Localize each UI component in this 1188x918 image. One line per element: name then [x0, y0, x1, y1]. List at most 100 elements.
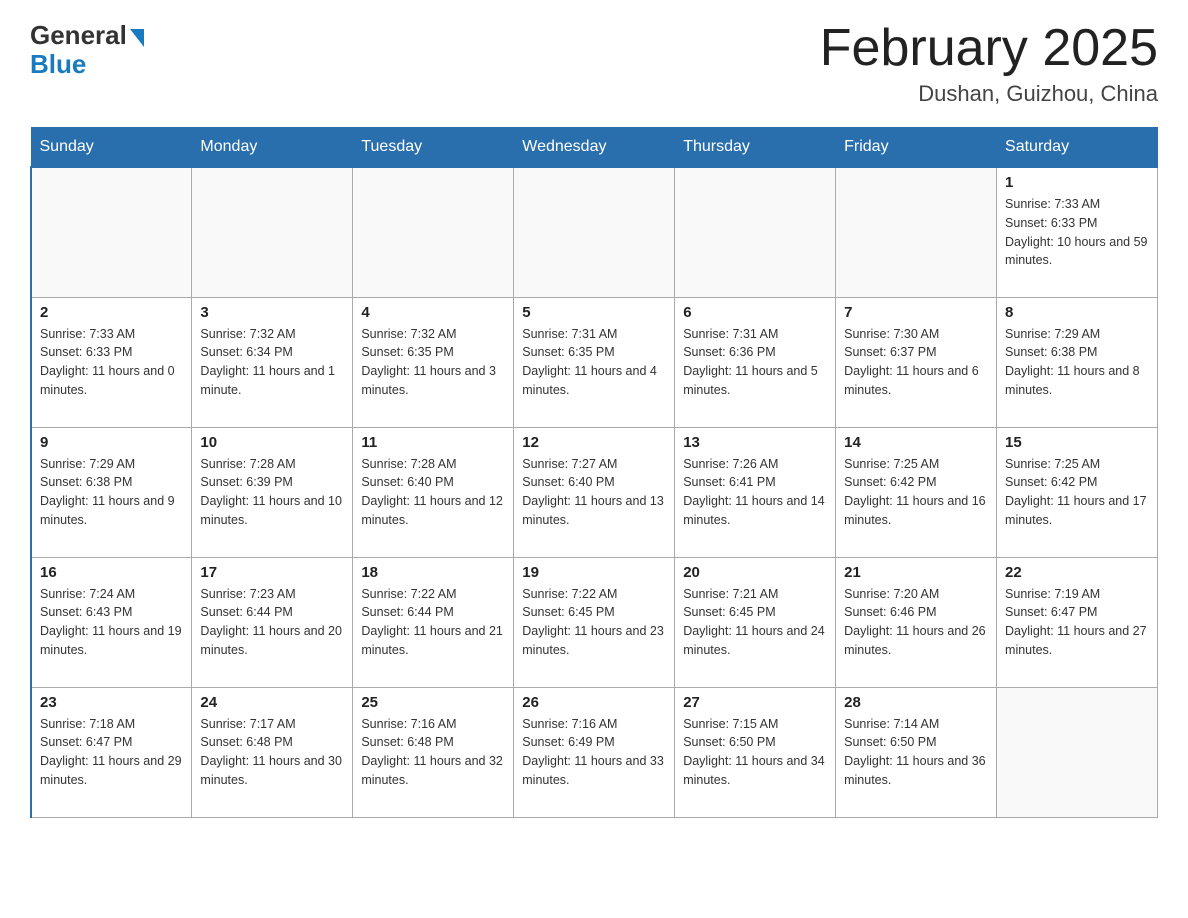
calendar-day-cell — [675, 167, 836, 297]
day-info: Sunrise: 7:31 AMSunset: 6:35 PMDaylight:… — [522, 325, 666, 400]
day-info: Sunrise: 7:26 AMSunset: 6:41 PMDaylight:… — [683, 455, 827, 530]
calendar-day-cell: 27 Sunrise: 7:15 AMSunset: 6:50 PMDayligh… — [675, 687, 836, 817]
day-number: 23 — [40, 694, 183, 711]
calendar-day-cell: 15 Sunrise: 7:25 AMSunset: 6:42 PMDayligh… — [997, 427, 1158, 557]
day-number: 27 — [683, 694, 827, 711]
day-info: Sunrise: 7:32 AMSunset: 6:34 PMDaylight:… — [200, 325, 344, 400]
calendar-day-cell — [836, 167, 997, 297]
day-of-week-header: Tuesday — [353, 128, 514, 168]
calendar-day-cell: 24 Sunrise: 7:17 AMSunset: 6:48 PMDayligh… — [192, 687, 353, 817]
day-info: Sunrise: 7:22 AMSunset: 6:45 PMDaylight:… — [522, 585, 666, 660]
calendar-day-cell: 12 Sunrise: 7:27 AMSunset: 6:40 PMDayligh… — [514, 427, 675, 557]
day-number: 14 — [844, 434, 988, 451]
day-of-week-header: Saturday — [997, 128, 1158, 168]
calendar-day-cell: 28 Sunrise: 7:14 AMSunset: 6:50 PMDayligh… — [836, 687, 997, 817]
day-info: Sunrise: 7:23 AMSunset: 6:44 PMDaylight:… — [200, 585, 344, 660]
day-info: Sunrise: 7:22 AMSunset: 6:44 PMDaylight:… — [361, 585, 505, 660]
day-number: 26 — [522, 694, 666, 711]
calendar-day-cell — [514, 167, 675, 297]
page-header: General Blue February 2025 Dushan, Guizh… — [30, 20, 1158, 107]
month-title: February 2025 — [820, 20, 1158, 77]
day-info: Sunrise: 7:30 AMSunset: 6:37 PMDaylight:… — [844, 325, 988, 400]
day-number: 9 — [40, 434, 183, 451]
day-info: Sunrise: 7:27 AMSunset: 6:40 PMDaylight:… — [522, 455, 666, 530]
day-number: 28 — [844, 694, 988, 711]
day-info: Sunrise: 7:33 AMSunset: 6:33 PMDaylight:… — [1005, 195, 1149, 270]
day-number: 3 — [200, 304, 344, 321]
day-info: Sunrise: 7:29 AMSunset: 6:38 PMDaylight:… — [1005, 325, 1149, 400]
calendar-day-cell: 2Sunrise: 7:33 AMSunset: 6:33 PMDaylight… — [31, 297, 192, 427]
calendar-day-cell: 17 Sunrise: 7:23 AMSunset: 6:44 PMDayligh… — [192, 557, 353, 687]
calendar-day-cell: 26 Sunrise: 7:16 AMSunset: 6:49 PMDayligh… — [514, 687, 675, 817]
calendar-day-cell: 14 Sunrise: 7:25 AMSunset: 6:42 PMDayligh… — [836, 427, 997, 557]
day-of-week-header: Thursday — [675, 128, 836, 168]
day-number: 22 — [1005, 564, 1149, 581]
day-info: Sunrise: 7:32 AMSunset: 6:35 PMDaylight:… — [361, 325, 505, 400]
day-info: Sunrise: 7:20 AMSunset: 6:46 PMDaylight:… — [844, 585, 988, 660]
day-info: Sunrise: 7:18 AMSunset: 6:47 PMDaylight:… — [40, 715, 183, 790]
day-info: Sunrise: 7:31 AMSunset: 6:36 PMDaylight:… — [683, 325, 827, 400]
day-number: 6 — [683, 304, 827, 321]
day-info: Sunrise: 7:29 AMSunset: 6:38 PMDaylight:… — [40, 455, 183, 530]
calendar-day-cell: 25Sunrise: 7:16 AMSunset: 6:48 PMDayligh… — [353, 687, 514, 817]
day-number: 8 — [1005, 304, 1149, 321]
day-number: 21 — [844, 564, 988, 581]
calendar-day-cell: 5 Sunrise: 7:31 AMSunset: 6:35 PMDaylight… — [514, 297, 675, 427]
location-title: Dushan, Guizhou, China — [820, 81, 1158, 107]
calendar-week-row: 9 Sunrise: 7:29 AMSunset: 6:38 PMDaylight… — [31, 427, 1158, 557]
calendar-day-cell — [192, 167, 353, 297]
calendar-day-cell: 7Sunrise: 7:30 AMSunset: 6:37 PMDaylight… — [836, 297, 997, 427]
day-of-week-header: Monday — [192, 128, 353, 168]
calendar-day-cell: 10 Sunrise: 7:28 AMSunset: 6:39 PMDayligh… — [192, 427, 353, 557]
day-info: Sunrise: 7:25 AMSunset: 6:42 PMDaylight:… — [1005, 455, 1149, 530]
day-info: Sunrise: 7:25 AMSunset: 6:42 PMDaylight:… — [844, 455, 988, 530]
day-number: 4 — [361, 304, 505, 321]
calendar-week-row: 16 Sunrise: 7:24 AMSunset: 6:43 PMDayligh… — [31, 557, 1158, 687]
calendar-day-cell: 20 Sunrise: 7:21 AMSunset: 6:45 PMDayligh… — [675, 557, 836, 687]
day-number: 11 — [361, 434, 505, 451]
calendar-day-cell: 1 Sunrise: 7:33 AMSunset: 6:33 PMDaylight… — [997, 167, 1158, 297]
calendar-day-cell: 9 Sunrise: 7:29 AMSunset: 6:38 PMDaylight… — [31, 427, 192, 557]
day-number: 5 — [522, 304, 666, 321]
calendar-week-row: 23 Sunrise: 7:18 AMSunset: 6:47 PMDayligh… — [31, 687, 1158, 817]
day-number: 13 — [683, 434, 827, 451]
day-info: Sunrise: 7:16 AMSunset: 6:48 PMDaylight:… — [361, 715, 505, 790]
day-info: Sunrise: 7:24 AMSunset: 6:43 PMDaylight:… — [40, 585, 183, 660]
day-info: Sunrise: 7:21 AMSunset: 6:45 PMDaylight:… — [683, 585, 827, 660]
calendar-day-cell: 4 Sunrise: 7:32 AMSunset: 6:35 PMDaylight… — [353, 297, 514, 427]
day-info: Sunrise: 7:17 AMSunset: 6:48 PMDaylight:… — [200, 715, 344, 790]
calendar-day-cell — [353, 167, 514, 297]
calendar-day-cell: 23 Sunrise: 7:18 AMSunset: 6:47 PMDayligh… — [31, 687, 192, 817]
day-info: Sunrise: 7:33 AMSunset: 6:33 PMDaylight:… — [40, 325, 183, 400]
calendar-week-row: 2Sunrise: 7:33 AMSunset: 6:33 PMDaylight… — [31, 297, 1158, 427]
calendar-day-cell: 21 Sunrise: 7:20 AMSunset: 6:46 PMDayligh… — [836, 557, 997, 687]
day-info: Sunrise: 7:15 AMSunset: 6:50 PMDaylight:… — [683, 715, 827, 790]
calendar-day-cell: 18 Sunrise: 7:22 AMSunset: 6:44 PMDayligh… — [353, 557, 514, 687]
day-info: Sunrise: 7:19 AMSunset: 6:47 PMDaylight:… — [1005, 585, 1149, 660]
calendar-day-cell: 13 Sunrise: 7:26 AMSunset: 6:41 PMDayligh… — [675, 427, 836, 557]
day-number: 18 — [361, 564, 505, 581]
calendar-day-cell: 8 Sunrise: 7:29 AMSunset: 6:38 PMDaylight… — [997, 297, 1158, 427]
day-number: 20 — [683, 564, 827, 581]
day-number: 19 — [522, 564, 666, 581]
calendar-header-row: SundayMondayTuesdayWednesdayThursdayFrid… — [31, 128, 1158, 168]
day-of-week-header: Wednesday — [514, 128, 675, 168]
logo-arrow-icon — [130, 29, 144, 47]
day-info: Sunrise: 7:28 AMSunset: 6:39 PMDaylight:… — [200, 455, 344, 530]
calendar-day-cell: 6 Sunrise: 7:31 AMSunset: 6:36 PMDaylight… — [675, 297, 836, 427]
day-number: 17 — [200, 564, 344, 581]
calendar-day-cell — [31, 167, 192, 297]
day-number: 15 — [1005, 434, 1149, 451]
day-number: 24 — [200, 694, 344, 711]
day-of-week-header: Friday — [836, 128, 997, 168]
day-info: Sunrise: 7:28 AMSunset: 6:40 PMDaylight:… — [361, 455, 505, 530]
day-info: Sunrise: 7:16 AMSunset: 6:49 PMDaylight:… — [522, 715, 666, 790]
day-of-week-header: Sunday — [31, 128, 192, 168]
day-number: 1 — [1005, 174, 1149, 191]
day-number: 10 — [200, 434, 344, 451]
day-info: Sunrise: 7:14 AMSunset: 6:50 PMDaylight:… — [844, 715, 988, 790]
logo: General Blue — [30, 20, 144, 80]
day-number: 12 — [522, 434, 666, 451]
calendar-day-cell: 3 Sunrise: 7:32 AMSunset: 6:34 PMDaylight… — [192, 297, 353, 427]
day-number: 16 — [40, 564, 183, 581]
